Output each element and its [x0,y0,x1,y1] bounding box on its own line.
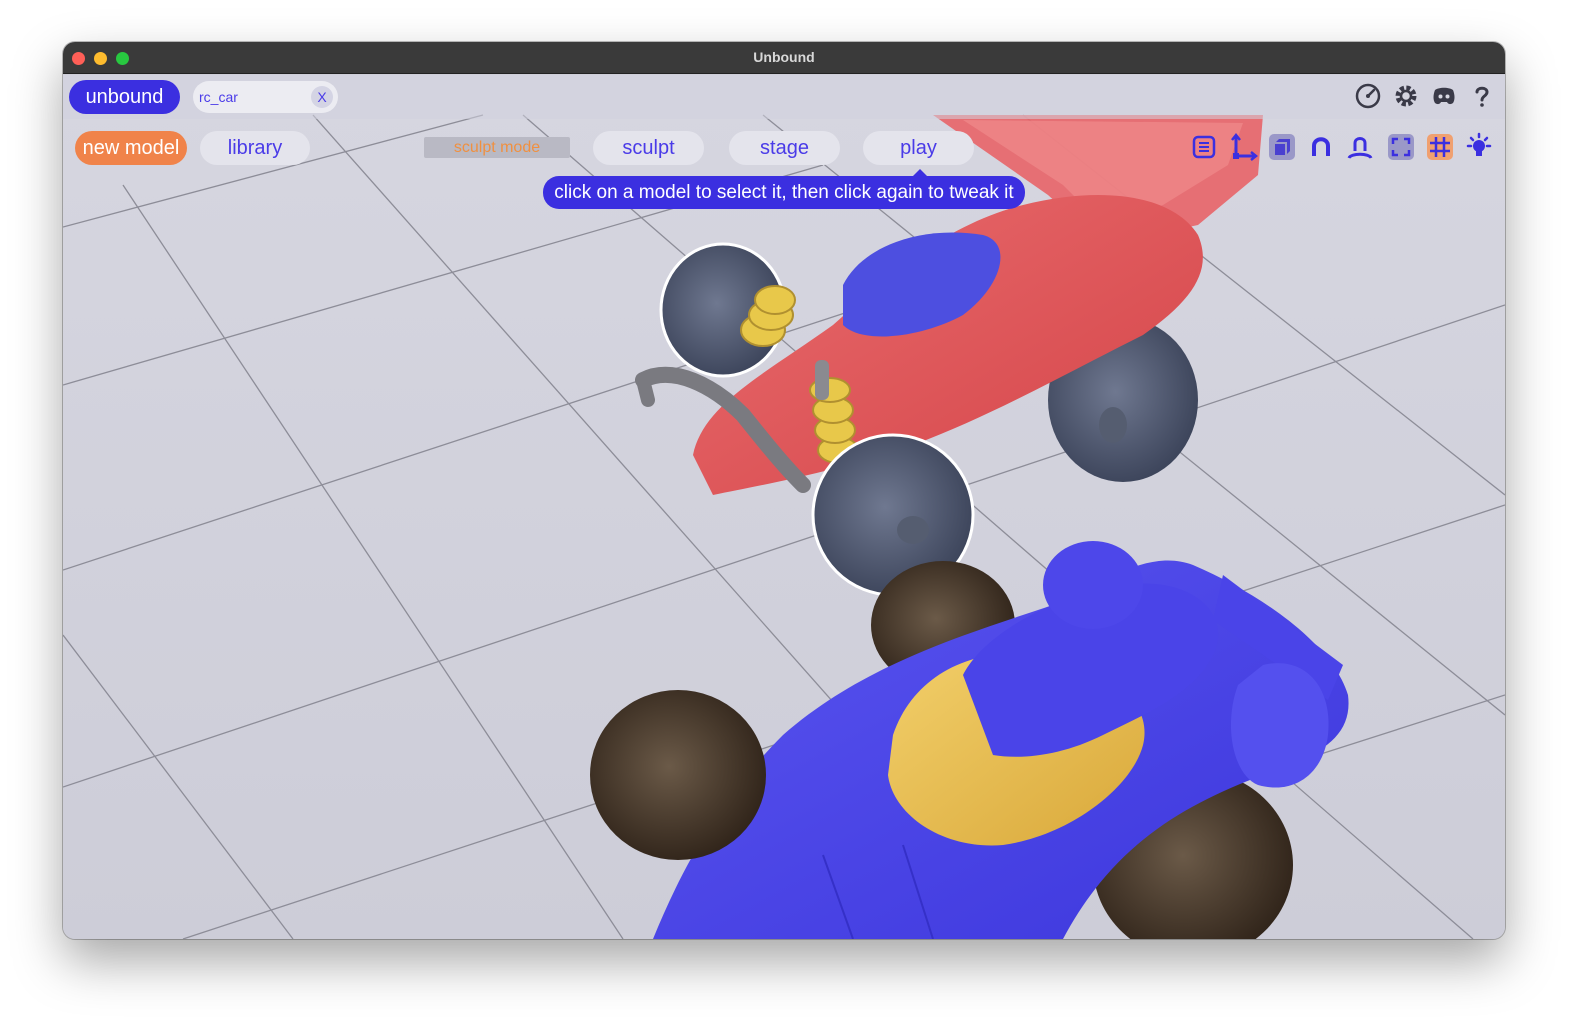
hint-tooltip: click on a model to select it, then clic… [543,169,1025,209]
tab-stage[interactable]: stage [729,131,840,165]
window-title: Unbound [753,49,815,65]
brand-home-button[interactable]: unbound [69,80,180,114]
cube-shading-icon[interactable] [1267,132,1297,162]
axis-transform-icon[interactable] [1228,132,1259,162]
file-tab-rc-car[interactable]: rc_car X [193,81,338,113]
title-bar: Unbound [63,42,1505,74]
light-bulb-icon[interactable] [1464,132,1494,162]
settings-gear-icon[interactable] [1391,81,1421,111]
tab-play[interactable]: play [863,131,974,165]
file-tab-name: rc_car [199,89,238,105]
discord-icon[interactable] [1429,81,1459,111]
magnet-snap-icon[interactable] [1306,132,1336,162]
tab-sculpt[interactable]: sculpt [593,131,704,165]
outline-panel-icon[interactable] [1189,132,1219,162]
user-pin-icon[interactable] [1345,132,1375,162]
mode-indicator: sculpt mode [424,137,570,158]
library-button[interactable]: library [200,131,310,165]
grid-icon[interactable] [1425,132,1455,162]
help-icon[interactable] [1467,81,1497,111]
frame-bounds-icon[interactable] [1386,132,1416,162]
performance-gauge-icon[interactable] [1353,81,1383,111]
app-window: Unbound unbound rc_car X new model libra… [63,42,1505,939]
new-model-button[interactable]: new model [75,131,187,165]
close-tab-button[interactable]: X [311,86,333,108]
blue-car-tire-front-left [590,690,766,860]
